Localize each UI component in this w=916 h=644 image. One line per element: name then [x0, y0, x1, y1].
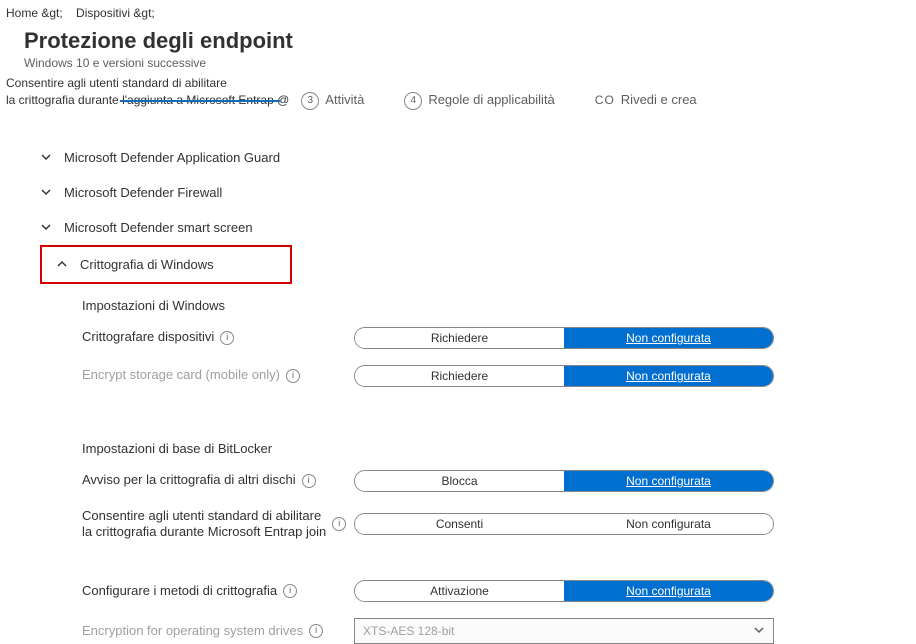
tab-activity[interactable]: Attività	[325, 92, 364, 109]
encrypt-storage-toggle[interactable]: Richiedere Non configurata	[354, 365, 774, 387]
overlap-note: Consentire agli utenti standard di abili…	[0, 76, 916, 110]
chevron-down-icon	[36, 221, 56, 233]
encrypt-devices-opt-require[interactable]: Richiedere	[355, 328, 564, 348]
config-methods-opt-notconfigured[interactable]: Non configurata	[564, 581, 773, 601]
allow-standard-users-toggle[interactable]: Consenti Non configurata	[354, 513, 774, 535]
encrypt-storage-label: Encrypt storage card (mobile only) i	[82, 367, 354, 383]
warn-other-opt-notconfigured[interactable]: Non configurata	[564, 471, 773, 491]
page-subtitle: Windows 10 e versioni successive	[24, 56, 910, 70]
warn-other-disks-label: Avviso per la crittografia di altri disc…	[82, 472, 354, 488]
allow-standard-users-label: Consentire agli utenti standard di abili…	[82, 508, 354, 541]
step-3-icon: 3	[301, 92, 319, 110]
warn-other-disks-toggle[interactable]: Blocca Non configurata	[354, 470, 774, 492]
config-encryption-methods-label: Configurare i metodi di crittografia i	[82, 583, 354, 599]
encrypt-devices-label: Crittografare dispositivi i	[82, 329, 354, 345]
chevron-down-icon	[36, 151, 56, 163]
breadcrumb: Home &gt; Dispositivi &gt;	[0, 0, 916, 24]
chevron-down-icon	[753, 624, 765, 639]
warn-other-opt-block[interactable]: Blocca	[355, 471, 564, 491]
os-drive-encryption-value: XTS-AES 128-bit	[363, 624, 454, 638]
config-encryption-methods-toggle[interactable]: Attivazione Non configurata	[354, 580, 774, 602]
section-app-guard[interactable]: Microsoft Defender Application Guard	[26, 140, 910, 175]
os-drive-encryption-label: Encryption for operating system drives i	[82, 623, 354, 639]
tab-review[interactable]: Rivedi e crea	[621, 92, 697, 109]
breadcrumb-home[interactable]: Home &gt;	[6, 6, 63, 20]
section-windows-encryption-highlight: Crittografia di Windows	[40, 245, 292, 284]
encrypt-storage-opt-require[interactable]: Richiedere	[355, 366, 564, 386]
info-icon[interactable]: i	[286, 369, 300, 383]
chevron-up-icon	[52, 258, 72, 270]
step-co-icon: CO	[595, 93, 615, 109]
windows-settings-header: Impostazioni di Windows	[82, 298, 910, 313]
tab-applicability[interactable]: Regole di applicabilità	[428, 92, 554, 109]
info-icon[interactable]: i	[332, 517, 346, 531]
encrypt-devices-opt-notconfigured[interactable]: Non configurata	[564, 328, 773, 348]
info-icon[interactable]: i	[302, 474, 316, 488]
encrypt-devices-toggle[interactable]: Richiedere Non configurata	[354, 327, 774, 349]
chevron-down-icon	[36, 186, 56, 198]
encrypt-storage-opt-notconfigured[interactable]: Non configurata	[564, 366, 773, 386]
info-icon[interactable]: i	[309, 624, 323, 638]
bitlocker-base-header: Impostazioni di base di BitLocker	[82, 441, 910, 456]
allow-std-opt-notconfigured[interactable]: Non configurata	[564, 514, 773, 534]
info-icon[interactable]: i	[220, 331, 234, 345]
section-smartscreen[interactable]: Microsoft Defender smart screen	[26, 210, 910, 245]
os-drive-encryption-select[interactable]: XTS-AES 128-bit	[354, 618, 774, 644]
step-4-icon: 4	[404, 92, 422, 110]
config-methods-opt-enable[interactable]: Attivazione	[355, 581, 564, 601]
info-icon[interactable]: i	[283, 584, 297, 598]
active-tab-underline	[120, 100, 280, 102]
breadcrumb-devices[interactable]: Dispositivi &gt;	[76, 6, 155, 20]
page-title: Protezione degli endpoint	[24, 28, 910, 54]
section-windows-encryption[interactable]: Crittografia di Windows	[42, 247, 290, 282]
section-firewall[interactable]: Microsoft Defender Firewall	[26, 175, 910, 210]
allow-std-opt-allow[interactable]: Consenti	[355, 514, 564, 534]
